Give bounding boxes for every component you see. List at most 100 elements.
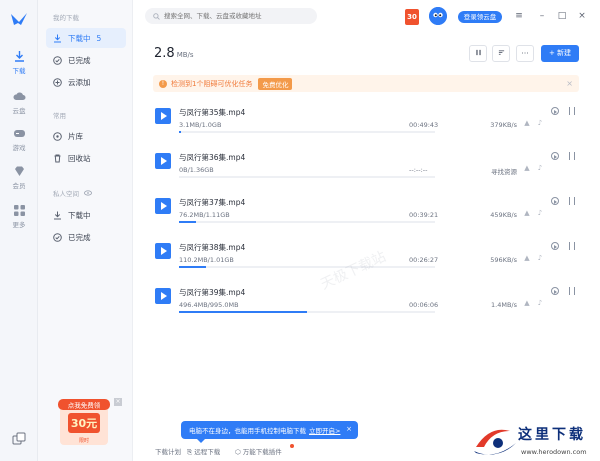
task-name: 与凤行第38集.mp4	[179, 243, 246, 252]
search-box[interactable]	[145, 8, 317, 24]
optimize-notice: ! 检测到1个阻碍可优化任务 免费优化 ×	[153, 75, 579, 92]
minimize-icon[interactable]: –	[537, 11, 547, 21]
rail-item-game[interactable]: 游戏	[0, 127, 38, 152]
task-row[interactable]: 与凤行第36集.mp4 0B/1.36GB --:--:-- 寻找资源 ▲ ♪	[153, 150, 583, 190]
task-size: 496.4MB/995.0MB	[179, 301, 239, 309]
download-plan-link[interactable]: 下载计划	[155, 446, 181, 456]
promo-line2: 限时	[79, 437, 89, 444]
rail-item-cloud[interactable]: 云盘	[0, 90, 38, 115]
sidebar-item-private-completed[interactable]: 已完成	[46, 227, 126, 247]
tooltip-close-icon[interactable]: ×	[346, 425, 352, 433]
tooltip-open-link[interactable]: 立即开启>	[309, 425, 340, 435]
sidebar: 我的下载 下载中 5 已完成 云添加 常用 片库 回收站 私人空间 下载中 已完…	[38, 0, 133, 461]
pause-all-button[interactable]	[469, 45, 487, 62]
trash-icon	[54, 154, 61, 162]
menu-icon[interactable]: ≡	[514, 11, 524, 21]
new-task-button[interactable]: + 新建	[541, 45, 579, 62]
sidebar-item-label: 下载中	[68, 210, 91, 220]
task-progress-bar	[179, 221, 435, 223]
accelerate-icon[interactable]: ▲	[523, 119, 531, 127]
task-remaining-time: 00:06:06	[409, 301, 439, 309]
sidebar-item-library[interactable]: 片库	[46, 126, 126, 146]
tooltip-text: 电脑不在身边，也能用手机控制电脑下载	[189, 427, 306, 435]
promo-badge[interactable]: 30	[405, 9, 419, 25]
window-switch-icon[interactable]	[12, 432, 26, 446]
main-panel: 30 登录领云盘 ≡ – □ × 2.8MB/s ··· + 新建 ! 检测到1…	[133, 0, 600, 461]
close-icon[interactable]: ×	[577, 11, 587, 21]
notice-close-icon[interactable]: ×	[566, 79, 573, 88]
task-remaining-time: --:--:--	[409, 166, 428, 174]
video-file-icon	[155, 198, 171, 214]
task-progress-bar	[179, 311, 435, 313]
login-button[interactable]: 登录领云盘	[458, 11, 502, 23]
accelerate-icon[interactable]: ▲	[523, 164, 531, 172]
sidebar-item-downloading[interactable]: 下载中 5	[46, 28, 126, 48]
plugin-link[interactable]: ⬡ 万能下载插件	[235, 446, 282, 456]
warning-icon: !	[159, 79, 167, 88]
accelerate-icon[interactable]: ▲	[523, 209, 531, 217]
task-size: 0B/1.36GB	[179, 166, 214, 174]
rail-item-download[interactable]: 下载	[0, 50, 38, 75]
sidebar-item-label: 回收站	[68, 153, 91, 163]
more-button[interactable]: ···	[516, 45, 534, 62]
task-speed: 459KB/s	[490, 211, 517, 219]
sidebar-item-cloud-add[interactable]: 云添加	[46, 72, 126, 92]
play-icon[interactable]	[551, 107, 559, 115]
task-progress-bar	[179, 131, 435, 133]
boost-icon[interactable]: ♪	[536, 299, 544, 307]
task-size: 76.2MB/1.11GB	[179, 211, 230, 219]
rail-item-vip[interactable]: 会员	[0, 165, 38, 190]
sidebar-item-private-downloading[interactable]: 下载中	[46, 205, 126, 225]
task-progress-fill	[179, 266, 207, 268]
plugin-icon: ⬡	[235, 448, 241, 456]
pause-icon[interactable]	[569, 242, 575, 250]
rail-item-more[interactable]: 更多	[0, 204, 38, 229]
sidebar-item-completed[interactable]: 已完成	[46, 50, 126, 70]
maximize-icon[interactable]: □	[557, 11, 567, 21]
video-file-icon	[155, 153, 171, 169]
task-row[interactable]: 与凤行第39集.mp4 496.4MB/995.0MB 00:06:06 1.4MB/…	[153, 285, 583, 325]
video-file-icon	[155, 108, 171, 124]
task-row[interactable]: 与凤行第35集.mp4 3.1MB/1.0GB 00:49:43 379KB/s ▲ ♪	[153, 105, 583, 145]
play-icon[interactable]	[551, 242, 559, 250]
site-logo-text: 这里下载	[518, 427, 586, 443]
task-name: 与凤行第37集.mp4	[179, 198, 246, 207]
task-remaining-time: 00:39:21	[409, 211, 439, 219]
eye-icon[interactable]	[84, 190, 93, 196]
sidebar-item-label: 片库	[68, 131, 83, 141]
promo-close-button[interactable]: ×	[114, 398, 122, 406]
pause-icon[interactable]	[569, 152, 575, 160]
search-input[interactable]	[164, 12, 314, 20]
total-speed: 2.8 MB/s	[154, 46, 194, 61]
task-size: 3.1MB/1.0GB	[179, 121, 222, 129]
play-icon[interactable]	[551, 287, 559, 295]
boost-icon[interactable]: ♪	[536, 254, 544, 262]
pause-icon[interactable]	[569, 287, 575, 295]
promo-coupon[interactable]: 点我免费领 30元 限时	[58, 399, 110, 447]
section-title-private: 私人空间	[53, 188, 93, 198]
check-circle-icon	[53, 232, 62, 242]
sidebar-item-trash[interactable]: 回收站	[46, 148, 126, 168]
task-progress-bar	[179, 176, 435, 178]
avatar[interactable]	[429, 7, 447, 25]
site-url: www.herodown.com	[521, 448, 587, 456]
rail-label: 游戏	[12, 144, 26, 152]
pause-icon[interactable]	[569, 197, 575, 205]
sort-button[interactable]	[492, 45, 510, 62]
boost-icon[interactable]: ♪	[536, 209, 544, 217]
remote-download-link[interactable]: ⎘ 远程下载	[187, 446, 220, 457]
accelerate-icon[interactable]: ▲	[523, 254, 531, 262]
app-logo-icon[interactable]	[10, 12, 28, 26]
play-icon[interactable]	[551, 152, 559, 160]
speed-unit: MB/s	[176, 51, 194, 59]
plugin-dot	[290, 444, 294, 448]
boost-icon[interactable]: ♪	[536, 164, 544, 172]
pause-icon[interactable]	[569, 107, 575, 115]
video-file-icon	[155, 288, 171, 304]
boost-icon[interactable]: ♪	[536, 119, 544, 127]
task-row[interactable]: 与凤行第37集.mp4 76.2MB/1.11GB 00:39:21 459KB/s ▲…	[153, 195, 583, 235]
accelerate-icon[interactable]: ▲	[523, 299, 531, 307]
section-title-my-downloads: 我的下载	[53, 14, 79, 22]
play-icon[interactable]	[551, 197, 559, 205]
optimize-button[interactable]: 免费优化	[258, 77, 293, 90]
